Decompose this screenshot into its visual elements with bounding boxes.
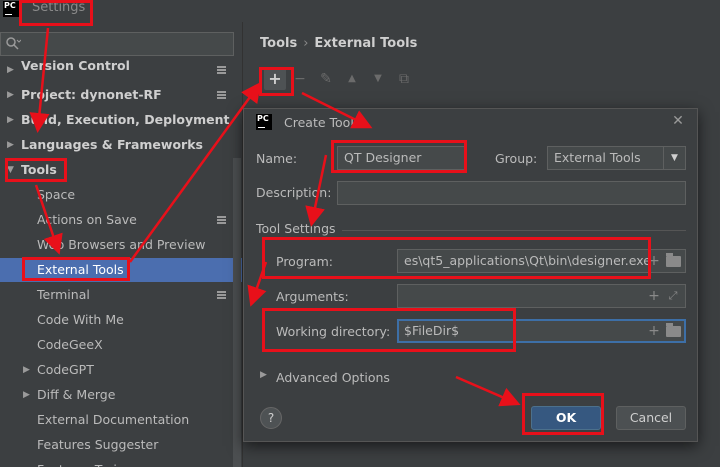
sidebar-item-languages[interactable]: ▶ Languages & Frameworks	[0, 133, 242, 157]
group-select[interactable]: External Tools ▼	[547, 146, 686, 170]
pycharm-logo-icon: PC	[3, 1, 19, 17]
sidebar-item-label: Features Trainer	[37, 458, 138, 467]
chevron-right-icon: ▶	[23, 365, 30, 375]
sidebar-item-codegeex[interactable]: CodeGeeX	[0, 333, 242, 357]
breadcrumb: Tools › External Tools	[260, 36, 417, 51]
sidebar-item-version-control[interactable]: ▶ Version Control	[0, 58, 242, 82]
title-bar: PC Settings	[0, 0, 720, 22]
annotation-box-settings	[19, 0, 93, 26]
breadcrumb-separator: ›	[303, 36, 309, 51]
sidebar-item-actions-on-save[interactable]: Actions on Save	[0, 208, 242, 232]
arguments-field[interactable]	[397, 284, 686, 308]
annotation-box-name	[331, 140, 467, 173]
chevron-right-icon: ▶	[7, 90, 14, 100]
annotation-box-add-button	[259, 67, 294, 96]
arguments-label: Arguments:	[276, 289, 349, 304]
sidebar-item-label: Project: dynonet-RF	[21, 87, 162, 102]
sidebar-item-code-with-me[interactable]: Code With Me	[0, 308, 242, 332]
annotation-box-external-tools	[22, 257, 130, 281]
sidebar-item-features-suggester[interactable]: Features Suggester	[0, 433, 242, 457]
advanced-options-toggle[interactable]: Advanced Options	[276, 370, 390, 385]
cancel-button[interactable]: Cancel	[616, 406, 686, 430]
sidebar-item-label: Version Control	[21, 58, 130, 73]
sidebar-item-label: Actions on Save	[37, 212, 137, 227]
project-settings-icon	[217, 216, 226, 224]
group-select-value: External Tools	[554, 150, 641, 165]
annotation-box-tools	[5, 158, 67, 182]
sidebar-item-label: Terminal	[37, 287, 90, 302]
sidebar-item-terminal[interactable]: Terminal	[0, 283, 242, 307]
annotation-box-ok	[522, 393, 604, 435]
sidebar-item-label: Web Browsers and Preview	[37, 237, 206, 252]
help-button[interactable]: ?	[260, 407, 282, 429]
sidebar-item-label: Space	[37, 187, 76, 202]
move-down-button[interactable]: ▼	[367, 68, 389, 90]
chevron-right-icon: ▶	[23, 390, 30, 400]
breadcrumb-current: External Tools	[314, 36, 418, 51]
project-settings-icon	[217, 91, 226, 99]
search-icon	[6, 37, 21, 50]
chevron-right-icon: ▶	[7, 65, 14, 75]
chevron-right-icon[interactable]: ▶	[260, 370, 267, 380]
sidebar-item-label: Diff & Merge	[37, 387, 116, 402]
sidebar-item-label: Build, Execution, Deployment	[21, 112, 230, 127]
sidebar-item-label: Languages & Frameworks	[21, 137, 203, 152]
settings-search-input[interactable]	[0, 32, 234, 56]
annotation-box-working-directory	[262, 308, 516, 352]
sidebar-item-diff-merge[interactable]: ▶ Diff & Merge	[0, 383, 242, 407]
breadcrumb-root[interactable]: Tools	[260, 36, 297, 51]
pycharm-logo-icon: PC	[256, 114, 272, 130]
section-divider	[342, 230, 686, 231]
sidebar-item-label: Code With Me	[37, 312, 124, 327]
description-label: Description:	[256, 185, 332, 200]
sidebar-item-codegpt[interactable]: ▶ CodeGPT	[0, 358, 242, 382]
project-settings-icon	[217, 291, 226, 299]
name-label: Name:	[256, 151, 298, 166]
close-icon[interactable]: ✕	[670, 113, 686, 129]
dialog-title: Create Tool	[284, 115, 354, 130]
annotation-box-program	[262, 237, 651, 279]
sidebar-item-web-browsers[interactable]: Web Browsers and Preview	[0, 233, 242, 257]
move-up-button[interactable]: ▲	[341, 68, 363, 90]
edit-tool-button[interactable]: ✎	[315, 68, 337, 90]
sidebar-item-build[interactable]: ▶ Build, Execution, Deployment	[0, 108, 242, 132]
tool-settings-section-title: Tool Settings	[256, 221, 336, 236]
group-label: Group:	[495, 151, 538, 166]
sidebar-item-project[interactable]: ▶ Project: dynonet-RF	[0, 83, 242, 107]
browse-folder-icon[interactable]	[666, 253, 681, 267]
sidebar-item-label: Features Suggester	[37, 437, 159, 452]
copy-tool-button[interactable]: ⧉	[393, 68, 415, 90]
browse-folder-icon[interactable]	[666, 323, 681, 337]
sidebar-scrollbar[interactable]	[233, 158, 241, 467]
project-settings-icon	[217, 66, 226, 74]
chevron-right-icon: ▶	[7, 115, 14, 125]
chevron-down-icon: ▼	[663, 147, 685, 169]
sidebar-item-external-documentation[interactable]: External Documentation	[0, 408, 242, 432]
expand-icon[interactable]: ⤢	[666, 289, 680, 303]
sidebar-item-label: External Documentation	[37, 412, 190, 427]
sidebar-item-features-trainer[interactable]: Features Trainer	[0, 458, 242, 467]
insert-macro-icon[interactable]: +	[646, 288, 662, 304]
sidebar-item-label: CodeGPT	[37, 362, 94, 377]
chevron-right-icon: ▶	[7, 140, 14, 150]
sidebar-item-space[interactable]: Space	[0, 183, 242, 207]
description-field[interactable]	[337, 181, 686, 205]
sidebar-item-label: CodeGeeX	[37, 337, 103, 352]
insert-macro-icon[interactable]: +	[646, 323, 662, 339]
